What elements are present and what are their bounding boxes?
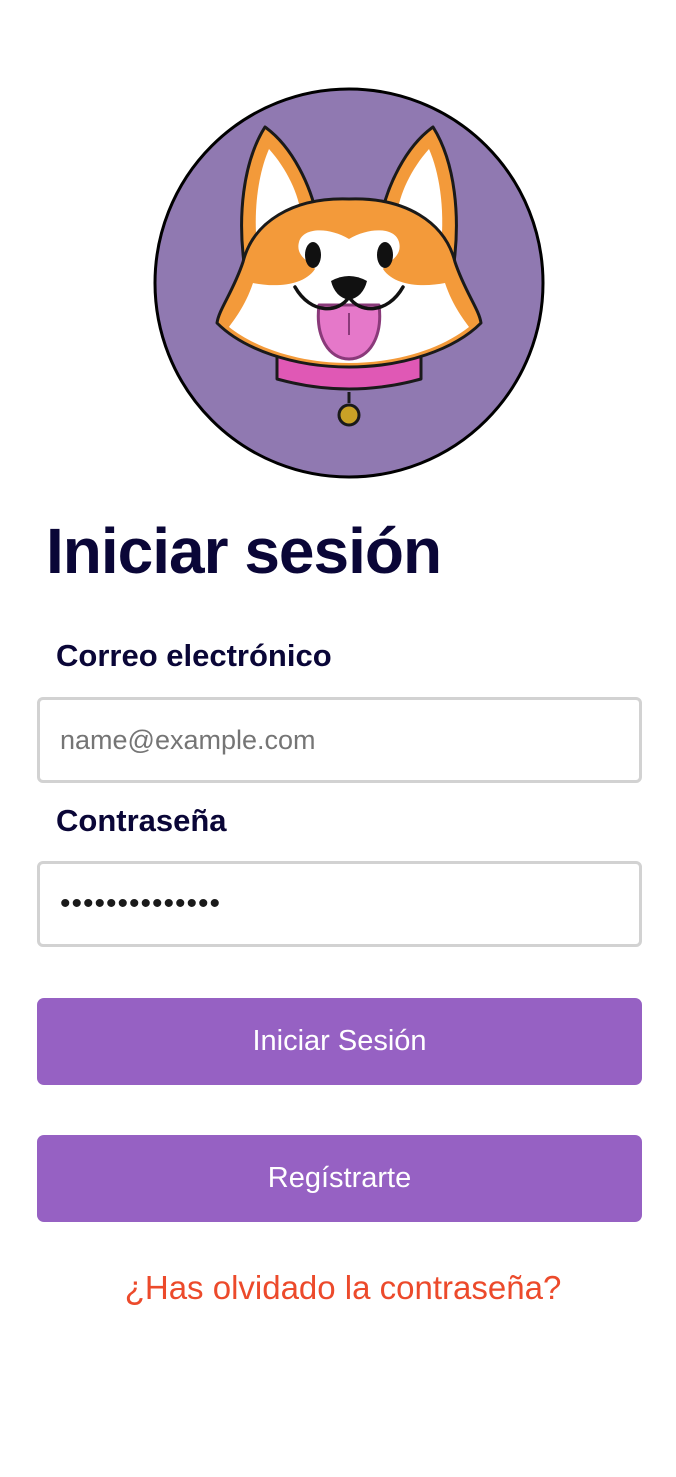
login-button[interactable]: Iniciar Sesión bbox=[37, 998, 642, 1085]
page-title: Iniciar sesión bbox=[46, 515, 442, 587]
password-label: Contraseña bbox=[56, 803, 227, 838]
password-field[interactable] bbox=[37, 861, 642, 947]
app-logo bbox=[153, 87, 545, 479]
register-button[interactable]: Regístrarte bbox=[37, 1135, 642, 1222]
corgi-dog-icon bbox=[153, 87, 545, 479]
email-label: Correo electrónico bbox=[56, 638, 332, 673]
email-field[interactable] bbox=[37, 697, 642, 783]
forgot-password-link[interactable]: ¿Has olvidado la contraseña? bbox=[0, 1266, 676, 1310]
